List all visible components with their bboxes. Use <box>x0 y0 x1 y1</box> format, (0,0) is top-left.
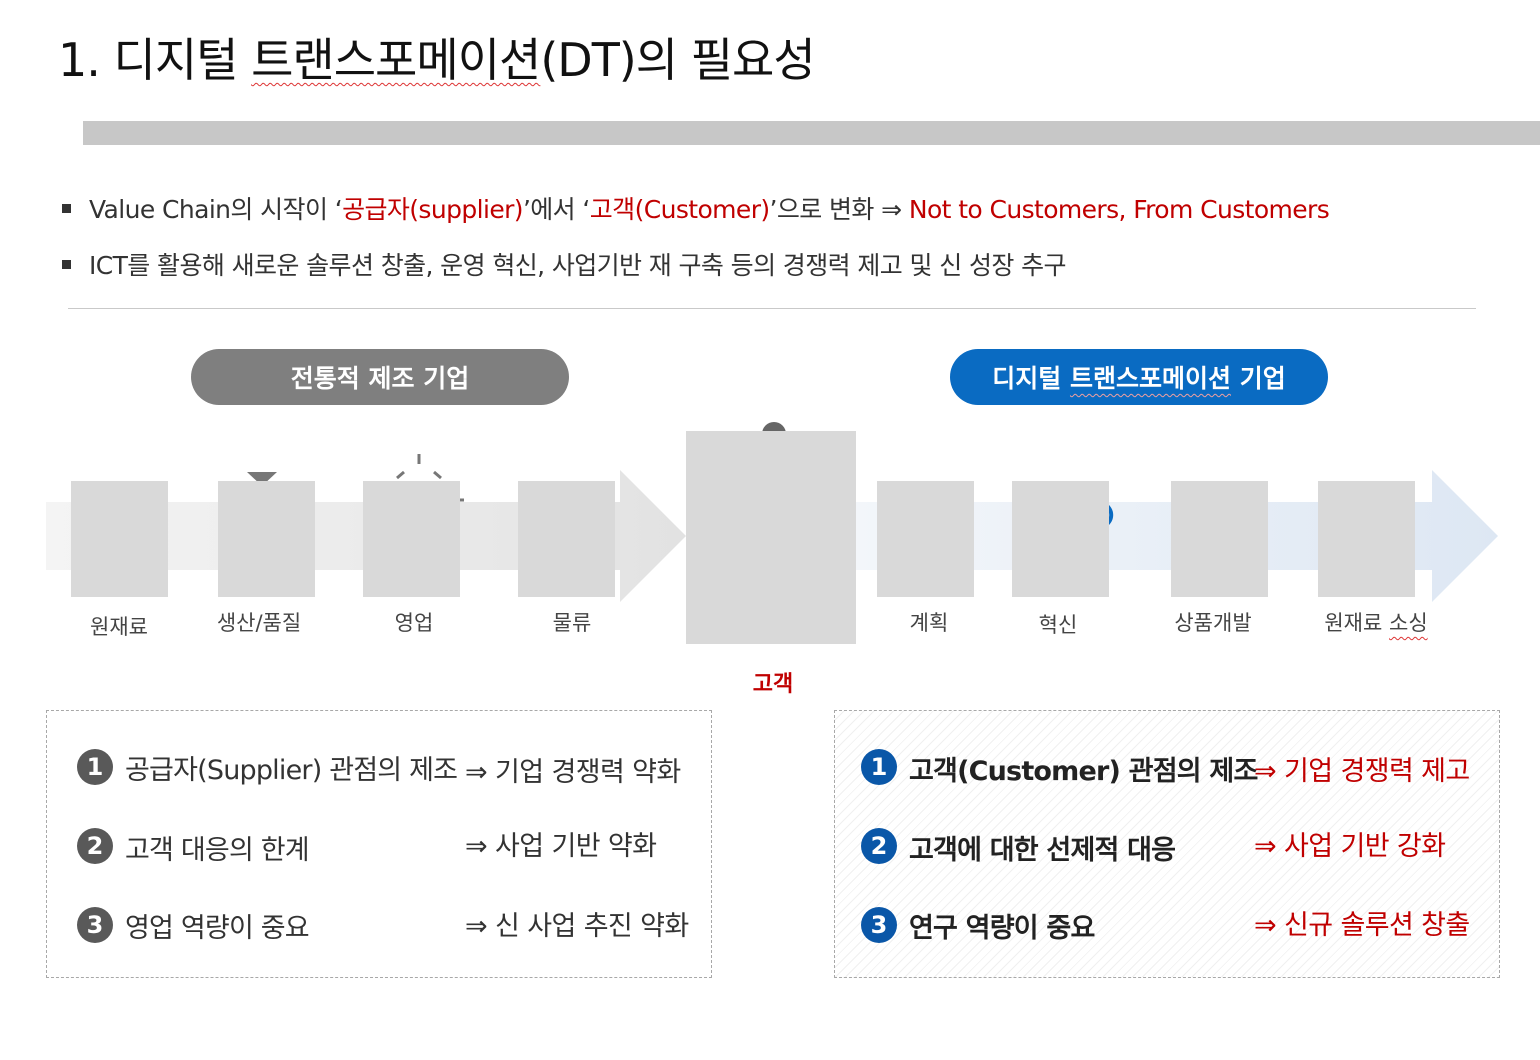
step-label-product-development: 상품개발 <box>1174 611 1252 635</box>
bullet-text-part: 공급자(supplier) <box>342 195 523 224</box>
step-label-raw-material: 원재료 <box>90 615 148 639</box>
bullet-text-part: 고객(Customer) <box>589 195 770 224</box>
traditional-item-text: 영업 역량이 중요 <box>125 913 310 944</box>
traditional-item-result: ⇒ 사업 기반 약화 <box>465 831 657 862</box>
dt-number-badge: 2 <box>861 828 897 864</box>
page-title-suffix: (DT)의 필요성 <box>540 33 815 87</box>
page-title-prefix: 1. 디지털 <box>58 33 252 87</box>
logistics-image <box>518 481 615 597</box>
page-title-underlined: 트랜스포메이션 <box>251 33 541 87</box>
dt-pill-suffix: 기업 <box>1239 364 1286 393</box>
step-label-sourcing-underlined: 소싱 <box>1389 611 1428 635</box>
title-divider-bar <box>83 121 1540 145</box>
planning-image <box>877 481 974 597</box>
dt-pill-prefix: 디지털 <box>992 364 1062 393</box>
bullet-square-icon <box>62 203 71 213</box>
dt-company-pill: 디지털 트랜스포메이션 기업 <box>950 349 1328 405</box>
raw-material-sourcing-image <box>1318 481 1415 597</box>
step-label-sourcing-prefix: 원재료 <box>1324 611 1389 635</box>
bullet-value-chain: Value Chain의 시작이 ‘공급자(supplier)’에서 ‘고객(C… <box>62 190 1330 226</box>
dt-number-badge: 3 <box>861 907 897 943</box>
traditional-number-badge: 1 <box>77 749 113 785</box>
bullet-text-part: ’으로 변화 ⇒ <box>769 195 909 224</box>
traditional-company-label: 전통적 제조 기업 <box>290 364 470 393</box>
dt-item-result: ⇒ 사업 기반 강화 <box>1254 831 1446 862</box>
traditional-item-text: 고객 대응의 한계 <box>125 835 310 866</box>
dt-number-badge: 1 <box>861 749 897 785</box>
step-label-raw-material-sourcing: 원재료 소싱 <box>1308 607 1444 637</box>
innovation-image <box>1012 481 1109 597</box>
traditional-company-pill: 전통적 제조 기업 <box>191 349 569 405</box>
step-label-planning: 계획 <box>909 611 949 635</box>
raw-material-image <box>71 481 168 597</box>
traditional-number-badge: 3 <box>77 907 113 943</box>
customer-image <box>686 431 856 644</box>
dt-item-text: 고객(Customer) 관점의 제조 <box>909 756 1258 787</box>
bullet-ict: ICT를 활용해 새로운 솔루션 창출, 운영 혁신, 사업기반 재 구축 등의… <box>62 246 1067 282</box>
bullet-square-icon <box>62 259 71 269</box>
step-label-production: 생산/품질 <box>216 611 302 635</box>
customer-label: 고객 <box>752 672 794 697</box>
section-divider <box>68 308 1476 309</box>
traditional-item-result: ⇒ 기업 경쟁력 약화 <box>465 757 681 788</box>
traditional-item-text: 공급자(Supplier) 관점의 제조 <box>125 755 458 786</box>
production-quality-image <box>218 481 315 597</box>
step-label-logistics: 물류 <box>552 611 592 635</box>
product-development-image <box>1171 481 1268 597</box>
step-label-innovation: 혁신 <box>1038 613 1078 637</box>
dt-item-text: 연구 역량이 중요 <box>909 913 1095 944</box>
bullet-text-part: Value Chain의 시작이 ‘ <box>89 195 343 224</box>
page-title: 1. 디지털 트랜스포메이션(DT)의 필요성 <box>58 24 816 90</box>
sales-image <box>363 481 460 597</box>
dt-item-text: 고객에 대한 선제적 대응 <box>909 835 1176 866</box>
traditional-number-badge: 2 <box>77 828 113 864</box>
traditional-item-result: ⇒ 신 사업 추진 약화 <box>465 911 689 942</box>
bullet-text-part: ICT를 활용해 새로운 솔루션 창출, 운영 혁신, 사업기반 재 구축 등의… <box>89 251 1067 280</box>
step-label-sales: 영업 <box>394 611 434 635</box>
dt-item-result: ⇒ 신규 솔루션 창출 <box>1254 910 1470 941</box>
bullet-text-part: Not to Customers, From Customers <box>908 195 1330 224</box>
bullet-text-part: ’에서 ‘ <box>522 195 590 224</box>
dt-pill-underlined: 트랜스포메이션 <box>1069 364 1231 393</box>
dt-item-result: ⇒ 기업 경쟁력 제고 <box>1254 756 1470 787</box>
